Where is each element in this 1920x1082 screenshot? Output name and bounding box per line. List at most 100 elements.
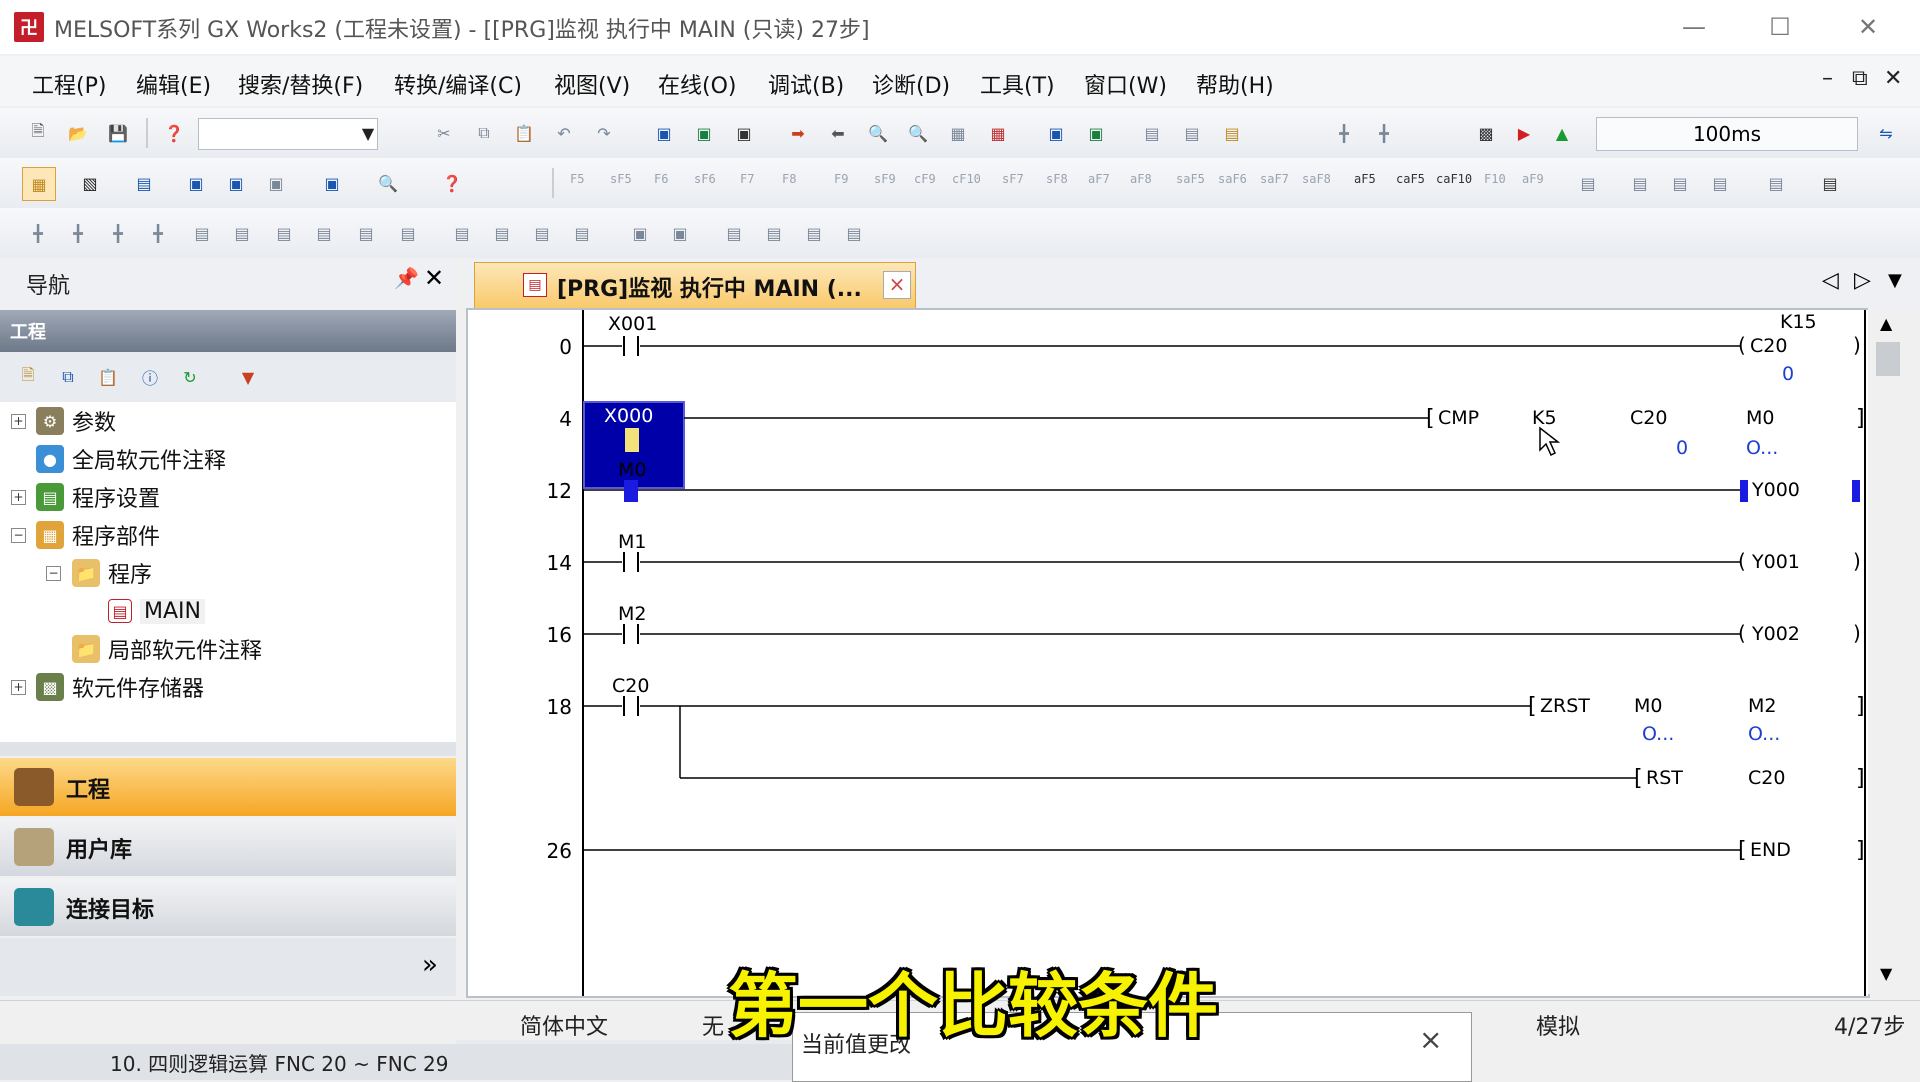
instruction-name[interactable]: END [1750, 839, 1791, 861]
block-icon[interactable]: ▤ [226, 217, 258, 249]
key-label-f6[interactable]: F6 [654, 172, 668, 186]
instruction-operand[interactable]: M0 [1746, 407, 1774, 429]
close-dialog-button[interactable]: × [1419, 1023, 1442, 1056]
ladder-tool-icon[interactable]: ▤ [1664, 167, 1696, 199]
key-label-f9[interactable]: F9 [834, 172, 848, 186]
key-label-af8[interactable]: aF8 [1130, 172, 1152, 186]
key-label-saf6[interactable]: saF6 [1218, 172, 1247, 186]
block-icon[interactable]: ▤ [186, 217, 218, 249]
tool-icon[interactable]: ▤ [798, 217, 830, 249]
key-label-f5[interactable]: F5 [570, 172, 584, 186]
collapse-toggle[interactable]: − [11, 528, 26, 543]
navigation-toggle-icon[interactable]: ▦ [22, 167, 56, 201]
current-value[interactable]: O... [1748, 723, 1780, 745]
close-window-button[interactable]: ✕ [1840, 8, 1896, 46]
tree-item-device-memory[interactable]: ▩ 软元件存储器 [36, 670, 204, 704]
vertical-scrollbar[interactable]: ▲ ▼ [1868, 308, 1908, 994]
comment-icon[interactable]: ▤ [1136, 117, 1168, 149]
ladder-insert-icon[interactable]: ╋ [1328, 117, 1360, 149]
instruction-name[interactable]: CMP [1438, 407, 1479, 429]
coil-label[interactable]: Y001 [1751, 551, 1800, 573]
instruction-operand[interactable]: M0 [1634, 695, 1662, 717]
expand-toggle[interactable]: + [11, 490, 26, 505]
dev-tool-icon[interactable]: ▣ [624, 217, 656, 249]
find-icon[interactable]: 🔍 [372, 167, 404, 199]
scroll-thumb[interactable] [1876, 342, 1900, 376]
ladder-editor[interactable]: 0 X001 ( C20 K15 0 ) 4 X000 [ CMP K5 C20… [466, 308, 1870, 998]
tool-icon[interactable]: ▤ [526, 217, 558, 249]
help-icon[interactable]: ❓ [158, 117, 190, 149]
key-label-sf8[interactable]: sF8 [1046, 172, 1068, 186]
contact-energized[interactable] [625, 428, 639, 452]
refresh-icon[interactable]: ↻ [174, 361, 206, 393]
block-icon[interactable]: ▤ [392, 217, 424, 249]
nav-section-connection[interactable]: 连接目标 [0, 878, 456, 936]
undo-icon[interactable]: ↶ [548, 117, 580, 149]
key-label-f8[interactable]: F8 [782, 172, 796, 186]
key-label-f10[interactable]: F10 [1484, 172, 1506, 186]
mdi-minimize-button[interactable]: – [1822, 66, 1833, 91]
tree-item-main[interactable]: ▤ MAIN [108, 594, 205, 628]
current-value[interactable]: O... [1746, 437, 1778, 459]
dev-mem-icon[interactable]: ▣ [260, 167, 292, 199]
device-icon[interactable]: ▣ [648, 117, 680, 149]
paste-icon[interactable]: 📋 [508, 117, 540, 149]
insert-column-icon[interactable]: ╋ [102, 217, 134, 249]
tool-icon[interactable]: ▤ [446, 217, 478, 249]
sort-icon[interactable]: ▼ [232, 361, 264, 393]
tab-main-monitor[interactable]: ▤ [PRG]监视 执行中 MAIN (... × [474, 262, 916, 309]
dev-tool-icon[interactable]: ▣ [664, 217, 696, 249]
run-icon[interactable]: ▶ [1508, 117, 1540, 149]
redo-icon[interactable]: ↷ [588, 117, 620, 149]
instruction-operand[interactable]: C20 [1748, 767, 1785, 789]
current-value[interactable]: 0 [1782, 363, 1794, 385]
monitor-stop-icon[interactable]: 🔍 [902, 117, 934, 149]
menu-project[interactable]: 工程(P) [32, 68, 106, 100]
device-monitor-icon[interactable]: ▣ [688, 117, 720, 149]
current-value[interactable]: O... [1642, 723, 1674, 745]
instruction-operand[interactable]: C20 [1630, 407, 1667, 429]
key-label-sf5[interactable]: sF5 [610, 172, 632, 186]
pin-icon[interactable]: 📌 [394, 266, 419, 290]
collapse-toggle[interactable]: − [46, 566, 61, 581]
tool-icon[interactable]: ▤ [486, 217, 518, 249]
ladder-tool-icon[interactable]: ▤ [1814, 167, 1846, 199]
block-icon[interactable]: ▤ [350, 217, 382, 249]
expand-toggle[interactable]: + [11, 414, 26, 429]
mdi-close-button[interactable]: ✕ [1884, 66, 1902, 91]
key-label-f7[interactable]: F7 [740, 172, 754, 186]
current-value[interactable]: 0 [1676, 437, 1688, 459]
open-folder-icon[interactable]: 📂 [62, 117, 94, 149]
minimize-button[interactable]: — [1666, 8, 1722, 46]
chevron-down-icon[interactable]: ▼ [352, 117, 384, 149]
taskbar-item-label[interactable]: 10. 四则逻辑运算 FNC 20 ~ FNC 29 [110, 1048, 448, 1077]
key-label-saf7[interactable]: saF7 [1260, 172, 1289, 186]
cut-icon[interactable]: ✂ [428, 117, 460, 149]
menu-help[interactable]: 帮助(H) [1196, 68, 1274, 100]
tab-scroll-left-icon[interactable]: ◁ [1822, 268, 1839, 293]
more-sections-icon[interactable]: » [422, 950, 438, 980]
dev-read-icon[interactable]: ▣ [1040, 117, 1072, 149]
save-icon[interactable]: 💾 [102, 117, 134, 149]
key-label-caf10[interactable]: caF10 [1436, 172, 1472, 186]
dev-comment-icon[interactable]: ▣ [220, 167, 252, 199]
scroll-up-icon[interactable]: ▲ [1880, 314, 1892, 333]
menu-tools[interactable]: 工具(T) [980, 68, 1055, 100]
block-icon[interactable]: ▤ [268, 217, 300, 249]
key-label-saf5[interactable]: saF5 [1176, 172, 1205, 186]
dev-search-icon[interactable]: ▣ [316, 167, 348, 199]
help-circle-icon[interactable]: ❓ [436, 167, 468, 199]
tree-item-program-setting[interactable]: ▤ 程序设置 [36, 480, 160, 514]
key-label-sf9[interactable]: sF9 [874, 172, 896, 186]
ladder-tool-icon[interactable]: ▤ [1624, 167, 1656, 199]
note-icon[interactable]: ▤ [1216, 117, 1248, 149]
menu-find-replace[interactable]: 搜索/替换(F) [238, 68, 363, 100]
warning-icon[interactable]: ▲ [1546, 117, 1578, 149]
key-label-saf8[interactable]: saF8 [1302, 172, 1331, 186]
new-file-icon[interactable]: 🗎 [22, 117, 54, 149]
key-label-af9[interactable]: aF9 [1522, 172, 1544, 186]
delete-column-icon[interactable]: ╋ [142, 217, 174, 249]
close-panel-icon[interactable]: ✕ [424, 264, 444, 292]
monitor-write-icon[interactable]: ▦ [942, 117, 974, 149]
paste-data-icon[interactable]: 📋 [92, 361, 124, 393]
